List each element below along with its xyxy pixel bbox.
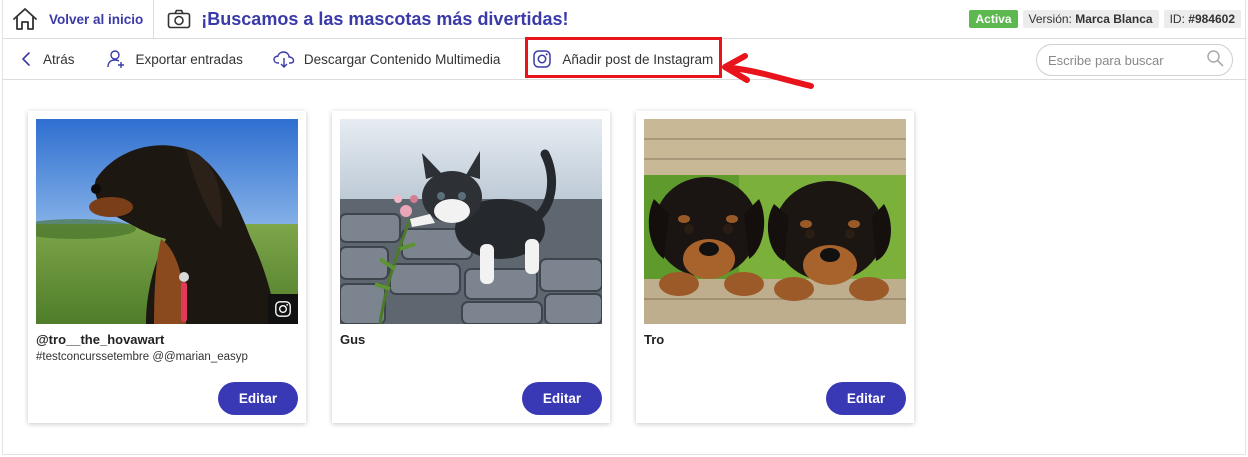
back-button[interactable]: Atrás: [15, 39, 75, 80]
status-badges: Activa Versión: Marca Blanca ID: #984602: [969, 10, 1247, 28]
camera-icon: [166, 8, 192, 30]
entry-name: Gus: [340, 332, 366, 347]
entry-name: Tro: [644, 332, 665, 347]
page-title: ¡Buscamos a las mascotas más divertidas!: [201, 8, 569, 29]
entry-card: Gus Editar: [332, 111, 610, 423]
home-link-label: Volver al inicio: [49, 11, 144, 27]
id-value: #984602: [1188, 12, 1235, 26]
chevron-left-icon: [15, 48, 37, 70]
status-badge: Activa: [969, 10, 1018, 28]
version-label: Versión:: [1028, 12, 1072, 26]
search-box[interactable]: [1036, 44, 1233, 76]
home-link[interactable]: Volver al inicio: [3, 0, 155, 39]
home-icon: [11, 6, 39, 32]
instagram-badge: [268, 294, 298, 324]
top-bar: Volver al inicio ¡Buscamos a las mascota…: [3, 0, 1247, 39]
edit-button[interactable]: Editar: [826, 382, 906, 415]
version-value: Marca Blanca: [1075, 12, 1153, 26]
export-entries-button[interactable]: Exportar entradas: [105, 39, 243, 80]
version-badge: Versión: Marca Blanca: [1022, 10, 1159, 28]
export-entries-label: Exportar entradas: [135, 51, 243, 67]
entry-card: Tro Editar: [636, 111, 914, 423]
instagram-icon: [275, 301, 291, 317]
cloud-download-icon: [273, 48, 295, 70]
id-label: ID:: [1169, 12, 1185, 26]
app-frame: Volver al inicio ¡Buscamos a las mascota…: [2, 0, 1247, 455]
entry-card: @tro__the_hovawart #testconcurssetembre …: [28, 111, 306, 423]
download-media-label: Descargar Contenido Multimedia: [303, 51, 501, 67]
id-badge: ID: #984602: [1163, 10, 1241, 28]
entry-image[interactable]: [340, 119, 602, 324]
search-icon[interactable]: [1206, 49, 1224, 72]
edit-button[interactable]: Editar: [218, 382, 298, 415]
annotation-highlight-box: [525, 37, 722, 78]
entry-image[interactable]: [36, 119, 298, 324]
title-area: ¡Buscamos a las mascotas más divertidas!: [154, 8, 969, 30]
back-label: Atrás: [43, 51, 75, 67]
annotation-arrow: [722, 53, 814, 89]
add-user-icon: [105, 48, 127, 70]
edit-button[interactable]: Editar: [522, 382, 602, 415]
search-input[interactable]: [1048, 52, 1206, 68]
entry-name: @tro__the_hovawart: [36, 332, 165, 347]
entry-description: #testconcurssetembre @@marian_easyp: [36, 351, 248, 363]
entry-image[interactable]: [644, 119, 906, 324]
download-media-button[interactable]: Descargar Contenido Multimedia: [273, 39, 501, 80]
